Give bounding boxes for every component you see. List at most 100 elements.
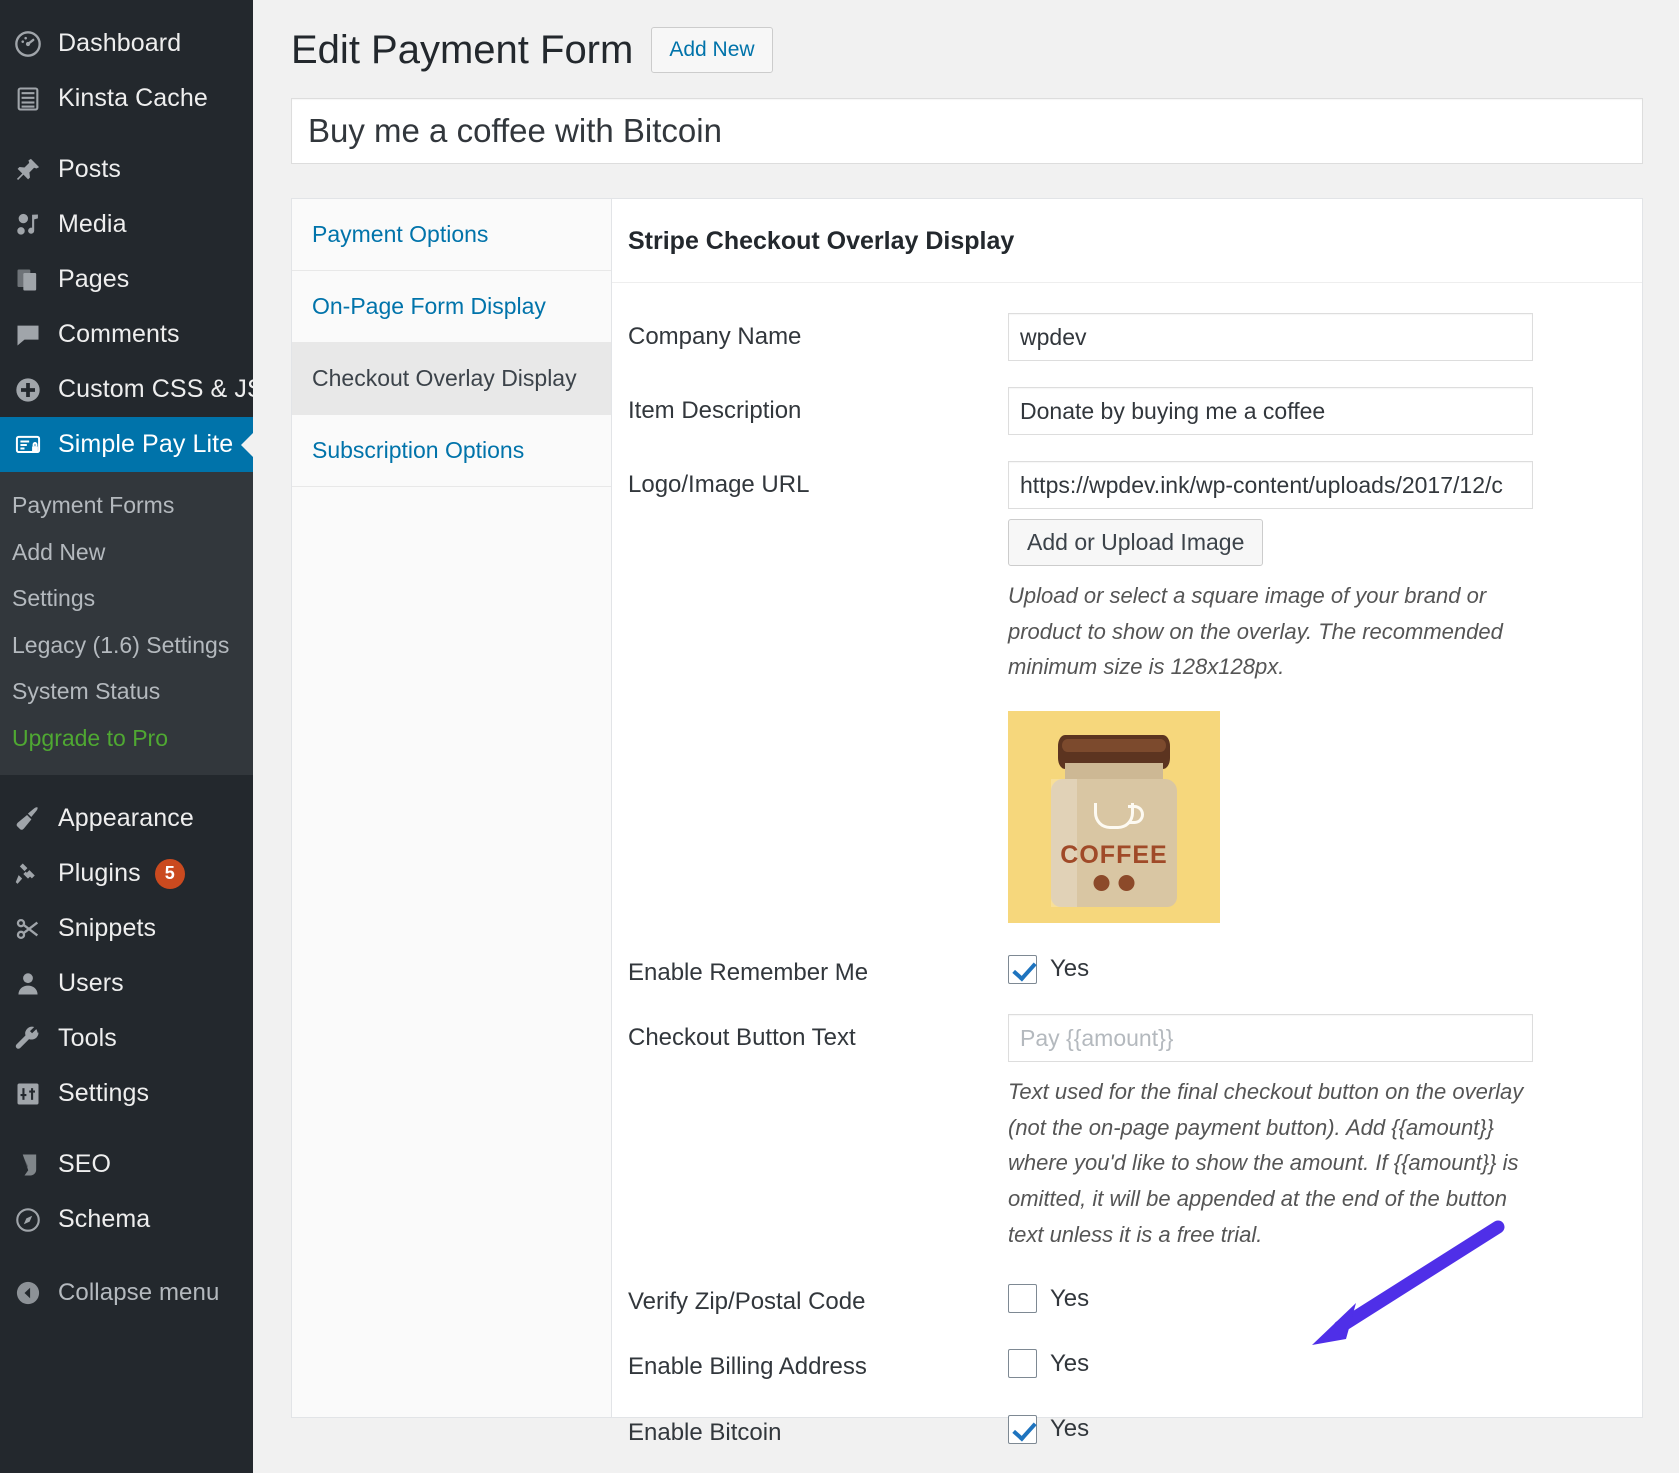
checkbox-label: Yes — [1050, 1415, 1089, 1443]
sidebar-item-dashboard[interactable]: Dashboard — [0, 16, 253, 71]
settings-panel: Payment Options On-Page Form Display Che… — [291, 198, 1643, 1418]
sidebar-item-seo[interactable]: SEO — [0, 1137, 253, 1192]
field-enable-bitcoin: Enable Bitcoin Yes — [628, 1409, 1618, 1448]
field-label: Verify Zip/Postal Code — [628, 1278, 1008, 1317]
sidebar-item-label: Snippets — [58, 914, 156, 943]
coffee-jar-image: COFFEE — [1008, 711, 1220, 923]
field-label: Enable Remember Me — [628, 949, 1008, 988]
sidebar-item-label: Tools — [58, 1024, 117, 1053]
main-content: Edit Payment Form Add New Payment Option… — [253, 0, 1679, 1473]
sidebar-item-schema[interactable]: Schema — [0, 1192, 253, 1247]
sidebar-item-label: Media — [58, 210, 127, 239]
add-or-upload-image-button[interactable]: Add or Upload Image — [1008, 519, 1263, 566]
sidebar-item-plugins[interactable]: Plugins 5 — [0, 846, 253, 901]
page-header: Edit Payment Form Add New — [291, 26, 1643, 74]
sidebar-item-label: Posts — [58, 155, 121, 184]
checkbox-line: Yes — [1008, 1278, 1533, 1313]
collapse-arrow-icon — [14, 1279, 58, 1307]
sidebar-item-users[interactable]: Users — [0, 956, 253, 1011]
settings-tab-list: Payment Options On-Page Form Display Che… — [292, 199, 612, 1417]
submenu-item-payment-forms[interactable]: Payment Forms — [0, 482, 253, 529]
comment-icon — [14, 321, 58, 349]
sidebar-item-comments[interactable]: Comments — [0, 307, 253, 362]
checkout-button-text-help: Text used for the final checkout button … — [1008, 1074, 1533, 1252]
item-description-input[interactable] — [1008, 387, 1533, 435]
sidebar-item-label: Settings — [58, 1079, 149, 1108]
sidebar-divider — [0, 775, 253, 791]
sidebar-item-simple-pay-lite[interactable]: Simple Pay Lite — [0, 417, 253, 472]
submenu-item-add-new[interactable]: Add New — [0, 529, 253, 576]
sidebar-item-snippets[interactable]: Snippets — [0, 901, 253, 956]
add-new-button[interactable]: Add New — [651, 27, 772, 72]
sidebar-item-label: Custom CSS & JS — [58, 375, 264, 404]
server-icon — [14, 85, 58, 113]
sidebar-item-settings[interactable]: Settings — [0, 1066, 253, 1121]
sidebar-item-label: SEO — [58, 1150, 111, 1179]
checkout-button-text-input[interactable] — [1008, 1014, 1533, 1062]
page-title: Edit Payment Form — [291, 26, 633, 74]
sidebar-item-appearance[interactable]: Appearance — [0, 791, 253, 846]
sidebar-item-label: Kinsta Cache — [58, 84, 208, 113]
sidebar-item-tools[interactable]: Tools — [0, 1011, 253, 1066]
submenu-item-system-status[interactable]: System Status — [0, 668, 253, 715]
sidebar-item-label: Collapse menu — [58, 1279, 219, 1307]
checkbox-line: Yes — [1008, 1343, 1533, 1378]
admin-sidebar: Dashboard Kinsta Cache Posts Media Pages… — [0, 0, 253, 1473]
coffee-cup-icon — [1094, 803, 1134, 829]
card-lock-icon — [14, 431, 58, 459]
sidebar-item-posts[interactable]: Posts — [0, 142, 253, 197]
enable-billing-address-checkbox[interactable] — [1008, 1349, 1037, 1378]
field-label: Logo/Image URL — [628, 461, 1008, 500]
sidebar-item-label: Users — [58, 969, 124, 998]
sidebar-item-collapse-menu[interactable]: Collapse menu — [0, 1265, 253, 1320]
sidebar-item-label: Appearance — [58, 804, 194, 833]
field-control: Add or Upload Image Upload or select a s… — [1008, 461, 1533, 923]
coffee-beans-icon — [1094, 875, 1135, 891]
user-icon — [14, 970, 58, 998]
submenu-item-upgrade-to-pro[interactable]: Upgrade to Pro — [0, 715, 253, 762]
jar-body: COFFEE — [1051, 779, 1177, 907]
dashboard-icon — [14, 30, 58, 58]
sidebar-item-custom-css-js[interactable]: Custom CSS & JS — [0, 362, 253, 417]
field-label: Enable Bitcoin — [628, 1409, 1008, 1448]
enable-bitcoin-checkbox[interactable] — [1008, 1415, 1037, 1444]
checkbox-line: Yes — [1008, 1409, 1533, 1444]
sidebar-item-kinsta-cache[interactable]: Kinsta Cache — [0, 71, 253, 126]
sidebar-item-label: Plugins — [58, 859, 141, 888]
logo-image-url-help: Upload or select a square image of your … — [1008, 578, 1533, 685]
tab-on-page-form-display[interactable]: On-Page Form Display — [292, 271, 611, 343]
logo-image-url-input[interactable] — [1008, 461, 1533, 509]
field-control — [1008, 387, 1533, 435]
sidebar-item-label: Schema — [58, 1205, 150, 1234]
jar-label-text: COFFEE — [1051, 841, 1177, 870]
verify-zip-checkbox[interactable] — [1008, 1284, 1037, 1313]
tab-subscription-options[interactable]: Subscription Options — [292, 415, 611, 487]
checkbox-line: Yes — [1008, 949, 1533, 984]
submenu-item-legacy-settings[interactable]: Legacy (1.6) Settings — [0, 622, 253, 669]
pin-icon — [14, 156, 58, 184]
plus-circle-icon — [14, 376, 58, 404]
field-control: Yes — [1008, 1343, 1533, 1378]
form-title-input[interactable] — [291, 98, 1643, 164]
sidebar-item-label: Pages — [58, 265, 129, 294]
wrench-icon — [14, 1025, 58, 1053]
field-label: Enable Billing Address — [628, 1343, 1008, 1382]
sidebar-item-label: Dashboard — [58, 29, 181, 58]
submenu-item-settings[interactable]: Settings — [0, 575, 253, 622]
pages-icon — [14, 266, 58, 294]
checkbox-label: Yes — [1050, 1285, 1089, 1313]
tab-payment-options[interactable]: Payment Options — [292, 199, 611, 271]
field-logo-image-url: Logo/Image URL Add or Upload Image Uploa… — [628, 461, 1618, 923]
logo-preview: COFFEE — [1008, 711, 1533, 923]
sidebar-divider — [0, 1121, 253, 1137]
company-name-input[interactable] — [1008, 313, 1533, 361]
sidebar-item-pages[interactable]: Pages — [0, 252, 253, 307]
field-item-description: Item Description — [628, 387, 1618, 435]
tab-checkout-overlay-display[interactable]: Checkout Overlay Display — [292, 343, 611, 415]
field-checkout-button-text: Checkout Button Text Text used for the f… — [628, 1014, 1618, 1252]
enable-remember-me-checkbox[interactable] — [1008, 955, 1037, 984]
simple-pay-submenu: Payment Forms Add New Settings Legacy (1… — [0, 472, 253, 775]
checkbox-label: Yes — [1050, 1350, 1089, 1378]
sidebar-item-label: Comments — [58, 320, 180, 349]
sidebar-item-media[interactable]: Media — [0, 197, 253, 252]
